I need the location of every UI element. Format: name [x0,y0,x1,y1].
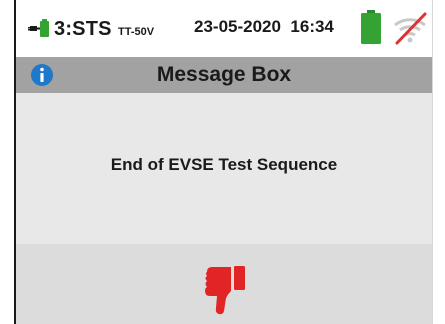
mode-label: 3:STS [54,18,112,40]
probe-plug-icon [28,19,49,37]
screen-bezel-right [432,0,433,324]
thumbs-down-icon[interactable] [204,264,246,316]
date-time: 23-05-2020 16:34 [194,17,334,36]
status-bar: 3:STS TT-50V 23-05-2020 16:34 [16,0,432,57]
result-panel [16,244,432,324]
wifi-off-icon [394,12,427,45]
instrument-screen: 3:STS TT-50V 23-05-2020 16:34 Message Bo… [0,0,445,324]
battery-icon [361,10,381,44]
message-panel: End of EVSE Test Sequence [16,93,432,244]
message-text: End of EVSE Test Sequence [110,155,338,174]
title-bar: Message Box [16,57,432,93]
mode-sublabel: TT-50V [118,26,155,38]
dialog-title: Message Box [156,63,292,86]
